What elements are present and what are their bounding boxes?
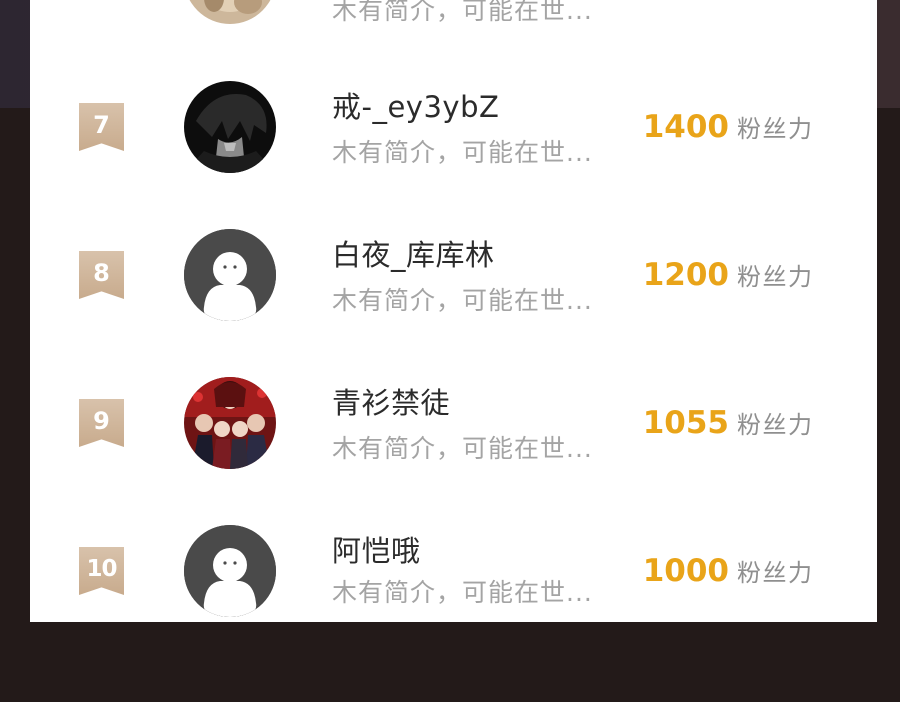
user-bio: 木有简介，可能在世... bbox=[332, 286, 593, 315]
rank-badge: 8 bbox=[79, 251, 124, 299]
user-name[interactable]: 戒-_ey3ybZ bbox=[332, 87, 499, 127]
fans-unit: 粉丝力 bbox=[737, 559, 814, 587]
fans-count: 1400 bbox=[642, 109, 729, 145]
user-bio: 木有简介，可能在世... bbox=[332, 0, 593, 25]
list-item[interactable]: 木有简介，可能在世... bbox=[30, 0, 877, 26]
user-bio: 木有简介，可能在世... bbox=[332, 578, 593, 607]
avatar[interactable] bbox=[184, 229, 276, 321]
list-item[interactable]: 7 戒-_ey3ybZ 木有简介，可能在世... 1400 粉丝力 bbox=[30, 53, 877, 201]
fans-count: 1055 bbox=[642, 405, 729, 441]
dark-anime-avatar-icon bbox=[184, 81, 276, 173]
avatar[interactable] bbox=[184, 525, 276, 617]
user-name[interactable]: 阿恺哦 bbox=[332, 531, 421, 571]
fans-count: 1200 bbox=[642, 257, 729, 293]
list-item[interactable]: 9 青衫禁徒 木有简介，可能在世... 1055 粉丝力 bbox=[30, 349, 877, 497]
user-name[interactable]: 白夜_库库林 bbox=[332, 235, 495, 275]
fans-unit: 粉丝力 bbox=[737, 115, 814, 143]
avatar[interactable] bbox=[184, 377, 276, 469]
user-name[interactable]: 青衫禁徒 bbox=[332, 383, 450, 423]
fans-unit: 粉丝力 bbox=[737, 411, 814, 439]
rank-badge: 7 bbox=[79, 103, 124, 151]
anime-group-avatar-icon bbox=[184, 377, 276, 469]
fans-unit: 粉丝力 bbox=[737, 263, 814, 291]
user-bio: 木有简介，可能在世... bbox=[332, 434, 593, 463]
rank-badge: 9 bbox=[79, 399, 124, 447]
default-avatar-icon bbox=[184, 525, 276, 617]
list-item[interactable]: 10 阿恺哦 木有简介，可能在世... 1000 粉丝力 bbox=[30, 497, 877, 622]
rank-badge: 10 bbox=[79, 547, 124, 595]
avatar bbox=[184, 0, 276, 24]
fan-ranking-list: 木有简介，可能在世... 7 戒-_ey3ybZ 木有简介，可能在世... 14… bbox=[30, 0, 877, 622]
list-item[interactable]: 8 白夜_库库林 木有简介，可能在世... 1200 粉丝力 bbox=[30, 201, 877, 349]
user-bio: 木有简介，可能在世... bbox=[332, 138, 593, 167]
fans-count: 1000 bbox=[642, 553, 729, 589]
default-avatar-icon bbox=[184, 229, 276, 321]
avatar[interactable] bbox=[184, 81, 276, 173]
